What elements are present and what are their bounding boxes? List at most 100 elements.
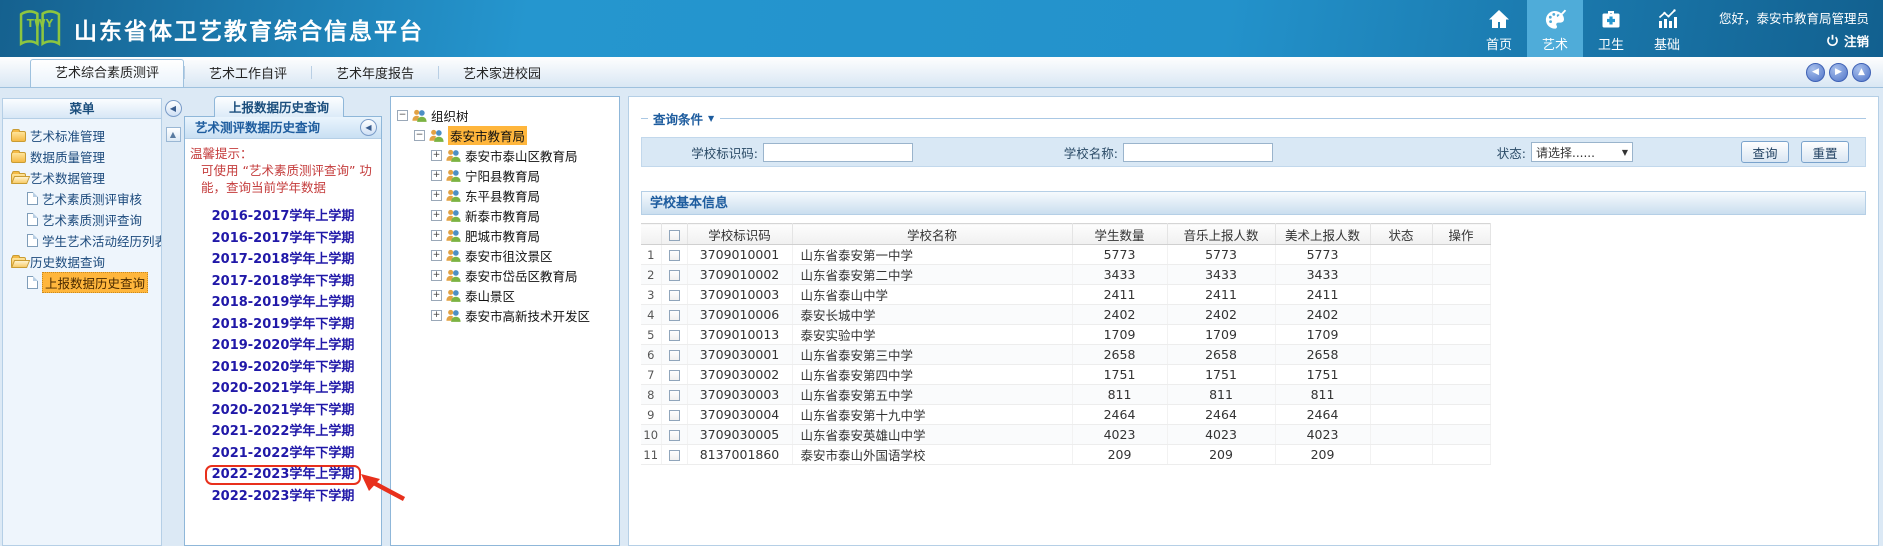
tab-3[interactable]: 艺术年度报告 [312,63,438,87]
table-row: 63709030001山东省泰安第三中学265826582658 [641,345,1490,365]
tab-2[interactable]: 艺术工作自评 [185,63,311,87]
row-checkbox[interactable] [669,430,680,441]
school-code: 3709030001 [687,345,792,365]
row-checkbox[interactable] [669,350,680,361]
art-reported-count: 2658 [1275,345,1370,365]
org-tree-item[interactable]: +泰安市岱岳区教育局 [393,265,617,285]
row-checkbox[interactable] [669,370,680,381]
row-checkbox[interactable] [669,390,680,401]
school-name-input[interactable] [1123,143,1273,162]
tab-4[interactable]: 艺术家进校园 [439,63,565,87]
nav-item-health[interactable]: 卫生 [1583,0,1639,57]
row-checkbox[interactable] [669,250,680,261]
semester-link[interactable]: 2019-2020学年上学期 [212,338,355,353]
semester-link[interactable]: 2020-2021学年下学期 [212,403,355,418]
nav-item-basic[interactable]: 基础 [1639,0,1695,57]
table-row: 33709010003山东省泰山中学241124112411 [641,285,1490,305]
school-info-section-header: 学校基本信息 [641,191,1866,215]
org-tree-item[interactable]: +泰安市泰山区教育局 [393,145,617,165]
org-tree-item[interactable]: +泰山景区 [393,285,617,305]
semester-link[interactable]: 2021-2022学年上学期 [212,424,355,439]
collapse-sidebar-button[interactable]: ◀ [165,100,182,117]
tree-expand-icon[interactable]: + [431,190,442,201]
sidebar-item[interactable]: 数据质量管理 [3,146,161,167]
sidebar-item[interactable]: 学生艺术活动经历列表 [3,230,161,251]
row-checkbox[interactable] [669,410,680,421]
people-icon [445,288,462,303]
org-tree-item-root[interactable]: −组织树 [393,105,617,125]
row-number: 7 [641,365,661,385]
tree-collapse-icon[interactable]: − [414,130,425,141]
nav-item-home[interactable]: 首页 [1471,0,1527,57]
tab-1[interactable]: 艺术综合素质测评 [30,59,184,87]
row-checkbox[interactable] [669,290,680,301]
tree-collapse-icon[interactable]: − [397,110,408,121]
sidebar-item[interactable]: 艺术素质测评查询 [3,209,161,230]
music-reported-count: 2464 [1167,405,1275,425]
tree-expand-icon[interactable]: + [431,290,442,301]
nav-forward-button[interactable]: ▶ [1829,63,1848,82]
semester-link[interactable]: 2020-2021学年上学期 [212,381,355,396]
semester-link[interactable]: 2018-2019学年下学期 [212,317,355,332]
semester-link-list: 2016-2017学年上学期 2016-2017学年下学期 2017-2018学年上… [185,205,381,507]
row-checkbox[interactable] [669,270,680,281]
sidebar-item[interactable]: 历史数据查询 [3,251,161,272]
search-button[interactable]: 查询 [1741,141,1789,163]
org-tree-item[interactable]: +泰安市高新技术开发区 [393,305,617,325]
status-select[interactable]: 请选择......▼ [1531,142,1633,162]
tree-expand-icon[interactable]: + [431,150,442,161]
sidebar-item-label: 艺术素质测评审核 [42,189,142,208]
semester-link-row: 2021-2022学年上学期 [185,420,381,442]
reset-button[interactable]: 重置 [1801,141,1849,163]
tree-expand-icon[interactable]: + [431,250,442,261]
semester-link[interactable]: 2017-2018学年下学期 [212,274,355,289]
row-select-cell [661,425,687,445]
row-checkbox[interactable] [669,310,680,321]
row-checkbox[interactable] [669,330,680,341]
semester-link[interactable]: 2016-2017学年上学期 [212,209,355,224]
nav-item-art[interactable]: 艺术 [1527,0,1583,57]
select-all-checkbox[interactable] [669,230,680,241]
tree-expand-icon[interactable]: + [431,210,442,221]
sidebar-item[interactable]: 艺术标准管理 [3,125,161,146]
semester-link-row: 2017-2018学年下学期 [185,270,381,292]
semester-link[interactable]: 2022-2023学年下学期 [212,489,355,504]
nav-up-button[interactable]: ▲ [1852,63,1871,82]
sidebar-item[interactable]: 艺术数据管理 [3,167,161,188]
semester-link[interactable]: 2019-2020学年下学期 [212,360,355,375]
semester-link[interactable]: 2018-2019学年上学期 [212,295,355,310]
student-count: 2402 [1072,305,1167,325]
tree-expand-icon[interactable]: + [431,170,442,181]
history-query-panel: 上报数据历史查询 艺术测评数据历史查询 ◀ 温馨提示： 可使用 “艺术素质测评查… [184,96,382,546]
org-tree-item[interactable]: +东平县教育局 [393,185,617,205]
semester-link[interactable]: 2017-2018学年上学期 [212,252,355,267]
tree-expand-icon[interactable]: + [431,270,442,281]
tree-expand-icon[interactable]: + [431,230,442,241]
logout-button[interactable]: 注销 [1826,31,1869,50]
nav-back-button[interactable]: ◀ [1806,63,1825,82]
collapse-panel-button[interactable]: ◀ [360,119,377,136]
row-checkbox[interactable] [669,450,680,461]
tree-expand-icon[interactable]: + [431,310,442,321]
query-conditions-toggle[interactable]: 查询条件 ▼ [648,109,720,128]
scroll-up-button[interactable]: ▲ [166,127,181,142]
sidebar-item-label: 艺术标准管理 [30,126,105,145]
app-logo: TWY 山东省体卫艺教育综合信息平台 [0,9,424,49]
sidebar-item[interactable]: 艺术素质测评审核 [3,188,161,209]
school-code: 3709010003 [687,285,792,305]
sidebar-item[interactable]: 上报数据历史查询 [3,272,161,293]
org-tree-item[interactable]: +肥城市教育局 [393,225,617,245]
document-icon [27,192,38,205]
org-tree-item[interactable]: +泰安市徂汶景区 [393,245,617,265]
people-icon [445,208,462,223]
semester-link[interactable]: 2016-2017学年下学期 [212,231,355,246]
semester-link-row: 2022-2023学年下学期 [185,485,381,507]
semester-link[interactable]: 2022-2023学年上学期 [205,465,362,485]
school-code-input[interactable] [763,143,913,162]
people-icon [445,148,462,163]
org-tree-item[interactable]: +宁阳县教育局 [393,165,617,185]
history-panel-tab[interactable]: 上报数据历史查询 [214,96,344,117]
org-tree-item-bureau[interactable]: −泰安市教育局 [393,125,617,145]
org-tree-item[interactable]: +新泰市教育局 [393,205,617,225]
semester-link[interactable]: 2021-2022学年下学期 [212,446,355,461]
